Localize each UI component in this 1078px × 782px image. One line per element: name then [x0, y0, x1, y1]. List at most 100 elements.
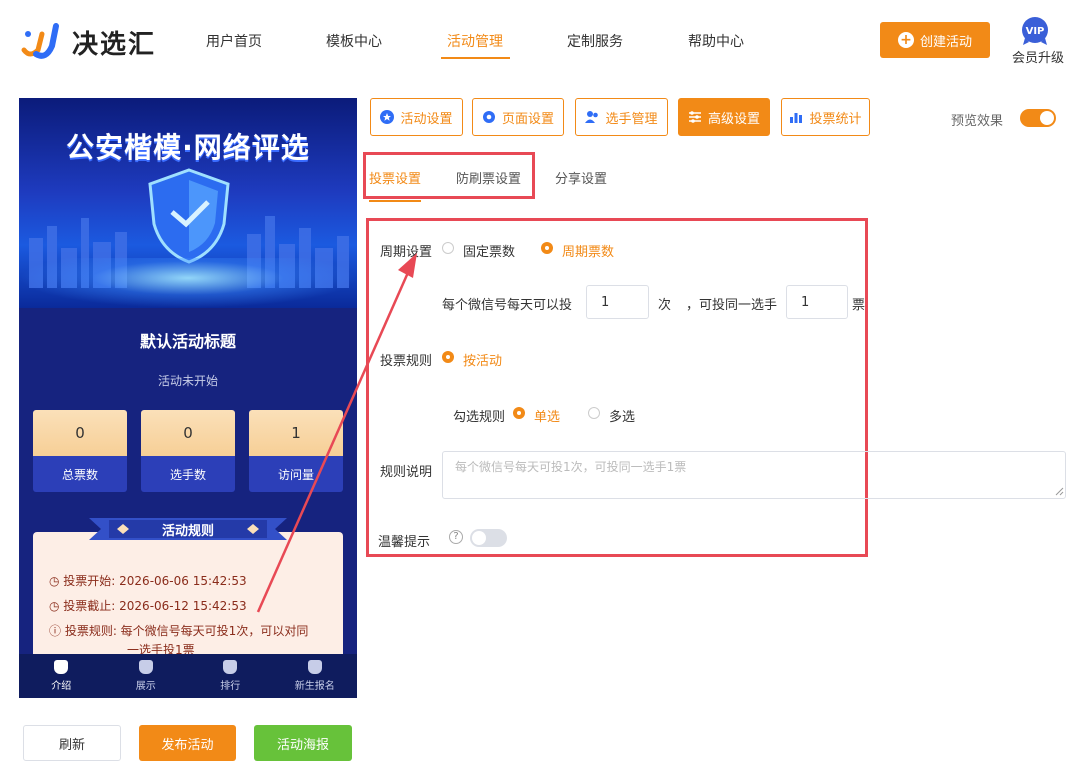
single-select-label[interactable]: 单选 [534, 406, 560, 425]
star-icon [380, 110, 395, 124]
rule-by-activity-label[interactable]: 按活动 [463, 350, 502, 369]
rule-end-text: 投票截止: 2026-06-12 15:42:53 [63, 599, 247, 613]
multi-select-label[interactable]: 多选 [609, 406, 635, 425]
refresh-button[interactable]: 刷新 [23, 725, 121, 761]
per-day-input[interactable]: 1 [586, 285, 649, 319]
rule-description: ⓘ 投票规则: 每个微信号每天可投1次，可以对同 [49, 624, 309, 638]
rule-start-time: ◷ 投票开始: 2026-06-06 15:42:53 [49, 574, 247, 588]
reminder-toggle[interactable] [470, 529, 507, 547]
logo-icon [21, 23, 59, 59]
select-rule-label: 勾选规则 [453, 410, 506, 425]
rule-end-time: ◷ 投票截止: 2026-06-12 15:42:53 [49, 599, 247, 613]
period-fixed-label[interactable]: 固定票数 [463, 241, 515, 260]
tab-advanced-settings[interactable]: 高级设置 [678, 98, 770, 136]
subtab-share-settings[interactable]: 分享设置 [555, 168, 607, 187]
activity-status: 活动未开始 [157, 374, 218, 388]
resize-handle-icon[interactable] [1055, 487, 1064, 496]
tab-label: 高级设置 [707, 111, 760, 127]
nav-home[interactable]: 用户首页 [206, 31, 262, 51]
vip-badge-text: VIP [1026, 26, 1045, 37]
users-icon [585, 111, 599, 123]
stat-value: 1 [249, 410, 343, 456]
same-player-text: ，可投同一选手 [686, 298, 778, 313]
create-activity-label: 创建活动 [919, 34, 972, 50]
plus-icon: + [897, 32, 914, 48]
activity-title: 默认活动标题 [139, 332, 236, 351]
preview-toggle[interactable] [1020, 109, 1056, 127]
user-icon [307, 660, 322, 674]
gear-icon [482, 111, 495, 123]
period-cycle-label[interactable]: 周期票数 [562, 241, 614, 260]
tab-label: 选手管理 [605, 111, 658, 127]
nav-active-underline [441, 57, 510, 59]
tabbar-display[interactable]: 展示 [104, 654, 189, 698]
period-cycle-radio[interactable] [541, 242, 553, 254]
rule-description-label: 规则说明 [380, 465, 433, 480]
rule-desc-text-1: 投票规则: 每个微信号每天可投1次，可以对同 [64, 624, 309, 638]
multi-select-radio[interactable] [588, 407, 600, 419]
subtab-vote-settings[interactable]: 投票设置 [369, 168, 421, 187]
tabbar-intro[interactable]: 介绍 [19, 654, 104, 698]
brand-name: 决选汇 [72, 30, 157, 60]
nav-help-center[interactable]: 帮助中心 [688, 31, 744, 51]
banner-glow [19, 258, 357, 308]
toggle-knob [1040, 111, 1054, 125]
bar-chart-icon [790, 113, 803, 123]
same-player-input[interactable]: 1 [786, 285, 848, 319]
period-fixed-radio[interactable] [442, 242, 454, 254]
intro-icon [54, 660, 69, 674]
shield-icon [148, 168, 230, 264]
per-day-text: 每个微信号每天可以投 [442, 298, 573, 313]
help-icon[interactable]: ? [449, 530, 463, 544]
nav-custom-service[interactable]: 定制服务 [567, 31, 623, 51]
medal-icon [223, 660, 238, 674]
rule-start-text: 投票开始: 2026-06-06 15:42:53 [63, 574, 247, 588]
form-highlight-box [366, 218, 868, 557]
vip-upgrade-label[interactable]: 会员升级 [1012, 47, 1064, 66]
reminder-label: 温馨提示 [378, 535, 431, 550]
tabbar-label: 展示 [135, 681, 156, 692]
stat-label: 选手数 [141, 456, 235, 492]
create-activity-button[interactable]: + 创建活动 [880, 22, 990, 58]
toggle-knob [472, 531, 486, 545]
subtab-anti-fraud[interactable]: 防刷票设置 [456, 168, 521, 187]
tabbar-label: 排行 [220, 681, 241, 692]
tabbar-label: 介绍 [51, 681, 72, 692]
tab-player-management[interactable]: 选手管理 [575, 98, 668, 136]
phone-tabbar: 介绍 展示 排行 新生报名 [19, 654, 357, 698]
sliders-icon [688, 111, 701, 123]
tab-page-settings[interactable]: 页面设置 [472, 98, 564, 136]
tab-activity-settings[interactable]: 活动设置 [370, 98, 463, 136]
stat-value: 0 [33, 410, 127, 456]
single-select-radio[interactable] [513, 407, 525, 419]
activity-poster-button[interactable]: 活动海报 [254, 725, 352, 761]
rule-by-activity-radio[interactable] [442, 351, 454, 363]
activity-banner: 公安楷模·网络评选 [19, 98, 357, 308]
subtab-active-underline [369, 200, 421, 202]
banner-title: 公安楷模·网络评选 [66, 131, 310, 164]
phone-preview: 公安楷模·网络评选 默认活动标题 活动未开始 0 总票数 0 选手数 1 访问量… [19, 98, 357, 698]
stat-total-votes: 0 总票数 [33, 410, 127, 492]
tabbar-ranking[interactable]: 排行 [188, 654, 273, 698]
tabbar-signup[interactable]: 新生报名 [273, 654, 358, 698]
vote-rule-label: 投票规则 [380, 354, 433, 369]
nav-templates[interactable]: 模板中心 [326, 31, 382, 51]
display-icon [138, 660, 153, 674]
period-label: 周期设置 [380, 245, 433, 260]
rule-description-textarea[interactable]: 每个微信号每天可投1次，可投同一选手1票 [442, 451, 1066, 499]
stat-visits: 1 访问量 [249, 410, 343, 492]
stat-players: 0 选手数 [141, 410, 235, 492]
tab-vote-statistics[interactable]: 投票统计 [781, 98, 870, 136]
nav-activity-management[interactable]: 活动管理 [447, 31, 503, 51]
votes-unit: 票 [852, 298, 866, 313]
vip-icon[interactable]: VIP [1019, 16, 1051, 46]
rules-title: 活动规则 [161, 524, 214, 539]
stat-label: 访问量 [249, 456, 343, 492]
times-unit: 次 [658, 298, 672, 313]
stat-label: 总票数 [33, 456, 127, 492]
preview-effect-label: 预览效果 [951, 114, 1004, 129]
tab-label: 页面设置 [501, 111, 554, 127]
publish-activity-button[interactable]: 发布活动 [139, 725, 236, 761]
tab-label: 活动设置 [400, 111, 453, 127]
tab-label: 投票统计 [809, 111, 862, 127]
